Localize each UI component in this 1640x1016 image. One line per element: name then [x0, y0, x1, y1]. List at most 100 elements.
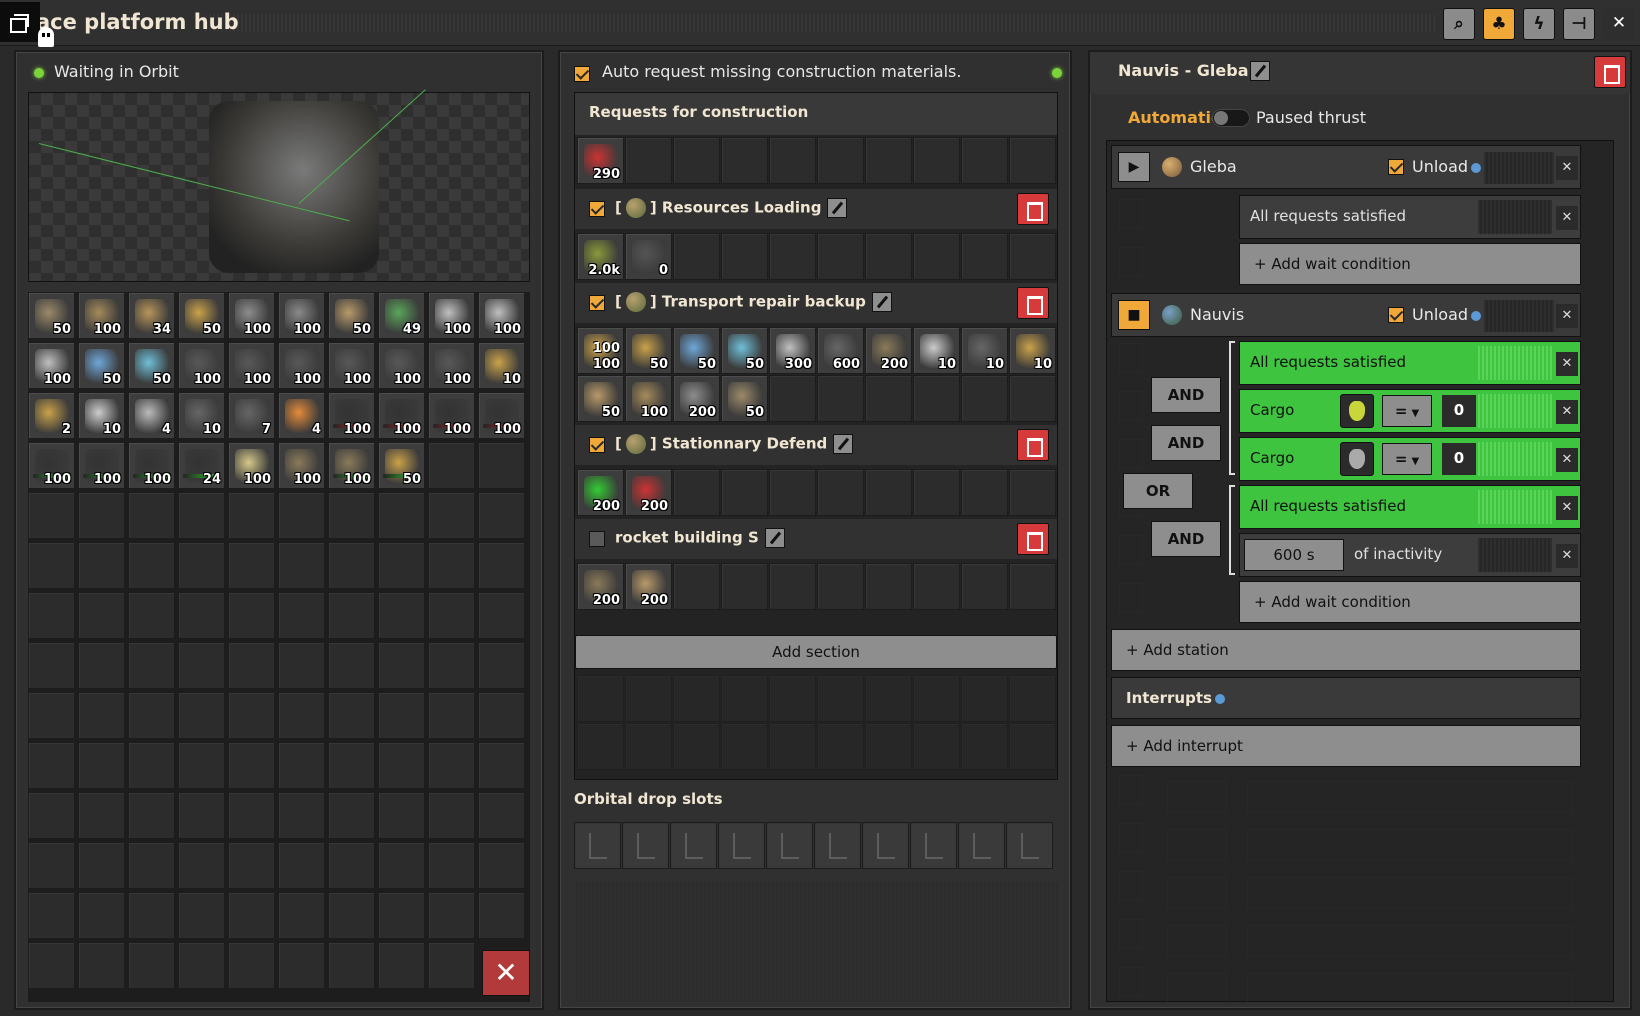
inventory-slot[interactable]: 50 [78, 342, 125, 389]
empty-request-slot[interactable] [673, 233, 720, 280]
inventory-slot[interactable]: 100 [128, 442, 175, 489]
empty-slot[interactable] [478, 642, 525, 689]
empty-slot[interactable] [328, 642, 375, 689]
orbital-drop-slot[interactable] [574, 822, 621, 869]
unload-checkbox[interactable] [1388, 159, 1404, 175]
request-slot[interactable]: 290 [577, 137, 624, 184]
empty-request-slot[interactable] [721, 137, 768, 184]
remove-button[interactable]: ✕ [1556, 156, 1578, 180]
add-wait-condition-button[interactable]: + Add wait condition [1239, 243, 1581, 285]
empty-request-slot[interactable] [769, 233, 816, 280]
cargo-item-slot[interactable] [1340, 394, 1374, 428]
empty-request-slot[interactable] [721, 563, 768, 610]
empty-slot[interactable] [328, 692, 375, 739]
wait-condition[interactable]: All requests satisfied ✕ [1239, 341, 1581, 385]
rename-section-button[interactable] [764, 528, 785, 548]
empty-slot[interactable] [78, 492, 125, 539]
remove-button[interactable]: ✕ [1556, 448, 1578, 472]
empty-slot[interactable] [378, 642, 425, 689]
empty-slot[interactable] [228, 492, 275, 539]
empty-slot[interactable] [228, 942, 275, 989]
search-icon[interactable]: ⌕ [1443, 8, 1475, 40]
station-row[interactable]: ▶ Gleba Unload ✕ [1111, 145, 1581, 189]
request-slot[interactable]: 200 [625, 563, 672, 610]
automatic-toggle[interactable] [1212, 109, 1250, 127]
empty-slot[interactable] [378, 742, 425, 789]
empty-slot[interactable] [378, 492, 425, 539]
empty-slot[interactable] [328, 742, 375, 789]
empty-slot[interactable] [428, 892, 475, 939]
empty-slot[interactable] [178, 942, 225, 989]
empty-request-slot[interactable] [1009, 137, 1056, 184]
empty-slot[interactable] [428, 492, 475, 539]
inventory-slot[interactable]: 2 [28, 392, 75, 439]
empty-slot[interactable] [128, 792, 175, 839]
inventory-slot[interactable]: 50 [128, 342, 175, 389]
inventory-slot[interactable]: 100 [328, 392, 375, 439]
empty-slot[interactable] [178, 592, 225, 639]
empty-request-slot[interactable] [817, 233, 864, 280]
inventory-slot[interactable]: 24 [178, 442, 225, 489]
empty-slot[interactable] [28, 642, 75, 689]
empty-slot[interactable] [328, 592, 375, 639]
inventory-slot[interactable]: 100 [428, 292, 475, 339]
inventory-slot[interactable]: 10 [78, 392, 125, 439]
empty-request-slot[interactable] [817, 137, 864, 184]
rename-section-button[interactable] [833, 434, 854, 454]
empty-slot[interactable] [428, 692, 475, 739]
empty-request-slot[interactable] [769, 469, 816, 516]
empty-slot[interactable] [178, 842, 225, 889]
empty-slot[interactable] [328, 542, 375, 589]
logic-operator-button[interactable]: AND [1151, 377, 1221, 413]
empty-slot[interactable] [328, 942, 375, 989]
add-station-button[interactable]: + Add station [1111, 629, 1581, 671]
station-play-button[interactable]: ▶ [1118, 152, 1150, 182]
empty-request-slot[interactable] [673, 137, 720, 184]
empty-slot[interactable] [128, 842, 175, 889]
remove-button[interactable]: ✕ [1556, 352, 1578, 376]
cargo-amount[interactable]: 0 [1442, 395, 1476, 427]
empty-slot[interactable] [78, 592, 125, 639]
delete-section-button[interactable] [1017, 287, 1049, 319]
empty-request-slot[interactable] [865, 469, 912, 516]
wait-condition[interactable]: of inactivity 600 s ✕ [1239, 533, 1581, 577]
request-slot[interactable]: 50 [625, 327, 672, 374]
wait-condition[interactable]: Cargo = ▼ 0 ✕ [1239, 437, 1581, 481]
empty-slot[interactable] [78, 842, 125, 889]
empty-slot[interactable] [228, 642, 275, 689]
inventory-slot[interactable]: 50 [328, 292, 375, 339]
empty-request-slot[interactable] [961, 137, 1008, 184]
empty-request-slot[interactable] [625, 137, 672, 184]
empty-slot[interactable] [428, 442, 475, 489]
empty-slot[interactable] [28, 892, 75, 939]
empty-slot[interactable] [378, 892, 425, 939]
empty-request-slot[interactable] [769, 563, 816, 610]
delete-section-button[interactable] [1017, 523, 1049, 555]
inventory-slot[interactable]: 100 [328, 342, 375, 389]
empty-slot[interactable] [178, 492, 225, 539]
empty-slot[interactable] [28, 942, 75, 989]
empty-request-slot[interactable] [673, 563, 720, 610]
logic-operator-button[interactable]: AND [1151, 425, 1221, 461]
empty-request-slot[interactable] [913, 375, 960, 422]
close-icon[interactable]: ✕ [1603, 8, 1635, 40]
empty-request-slot[interactable] [865, 233, 912, 280]
empty-slot[interactable] [428, 542, 475, 589]
logic-operator-button[interactable]: AND [1151, 521, 1221, 557]
trash-slot[interactable]: ✕ [482, 950, 530, 996]
empty-request-slot[interactable] [1009, 233, 1056, 280]
empty-slot[interactable] [78, 942, 125, 989]
inventory-slot[interactable]: 100 [428, 392, 475, 439]
inventory-slot[interactable]: 100 [478, 392, 525, 439]
empty-request-slot[interactable] [769, 137, 816, 184]
empty-request-slot[interactable] [961, 375, 1008, 422]
empty-slot[interactable] [78, 742, 125, 789]
empty-slot[interactable] [328, 492, 375, 539]
empty-slot[interactable] [278, 542, 325, 589]
empty-request-slot[interactable] [913, 137, 960, 184]
empty-slot[interactable] [78, 692, 125, 739]
empty-request-slot[interactable] [913, 233, 960, 280]
request-slot[interactable]: 200 [625, 469, 672, 516]
orbital-drop-slot[interactable] [622, 822, 669, 869]
empty-slot[interactable] [228, 842, 275, 889]
